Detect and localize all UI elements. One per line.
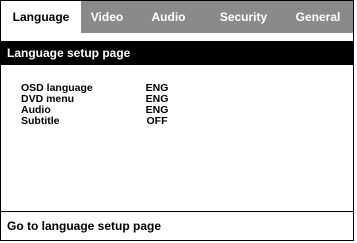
tab-video-label: Video [90, 10, 124, 24]
tab-general[interactable]: General [283, 1, 353, 33]
setting-row-dvd-menu[interactable]: DVD menu ENG [21, 94, 221, 105]
settings-list: OSD language ENG DVD menu ENG Audio ENG … [21, 83, 221, 127]
tab-video[interactable]: Video [81, 1, 133, 33]
tab-security-label: Security [219, 10, 268, 24]
tab-language-label: Language [12, 10, 70, 24]
setting-row-subtitle[interactable]: Subtitle OFF [21, 116, 221, 127]
setting-label: Subtitle [21, 115, 60, 127]
tab-bar: Language Video Audio Security General [1, 1, 353, 33]
tab-general-label: General [295, 10, 341, 24]
tab-audio[interactable]: Audio [133, 1, 204, 33]
setup-screen: Language Video Audio Security General La… [0, 0, 354, 241]
tab-security[interactable]: Security [204, 1, 283, 33]
page-title: Language setup page [1, 41, 353, 65]
tab-audio-label: Audio [151, 10, 186, 24]
setting-value: OFF [146, 115, 168, 127]
help-text: Go to language setup page [7, 219, 162, 233]
tab-language[interactable]: Language [1, 1, 81, 33]
